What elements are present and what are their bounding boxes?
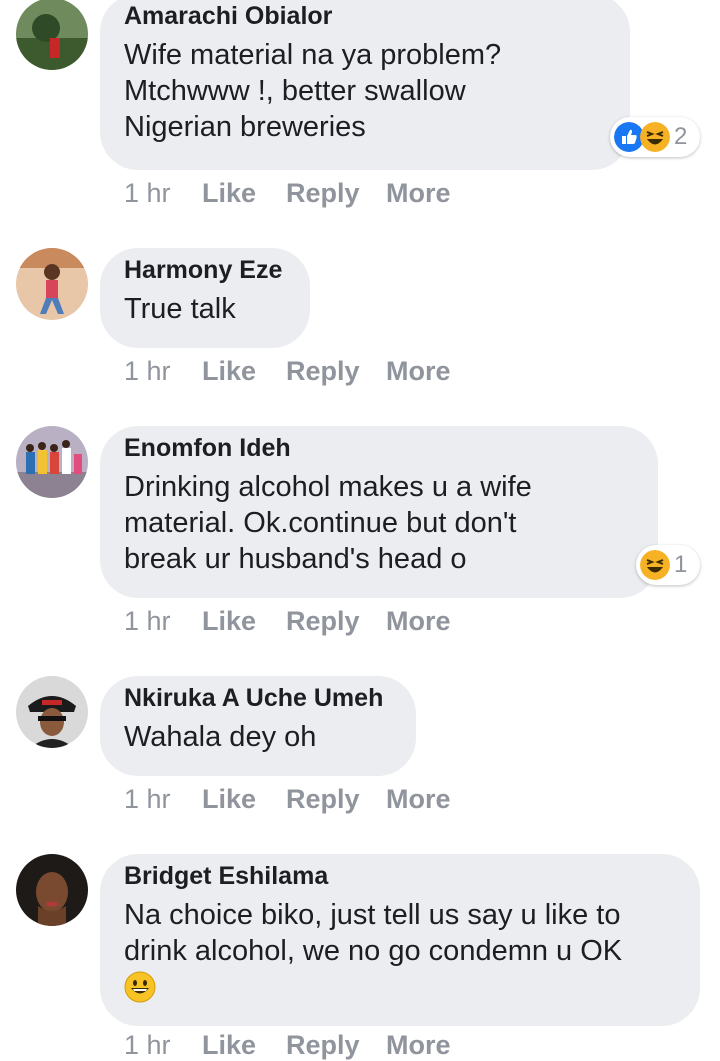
- reply-button[interactable]: Reply: [286, 606, 386, 637]
- comment-author[interactable]: Harmony Eze: [124, 256, 286, 284]
- haha-reaction-icon: [640, 122, 670, 152]
- more-button[interactable]: More: [386, 784, 451, 815]
- comment-actions: 1 hr Like Reply More: [124, 356, 451, 387]
- comment-timestamp[interactable]: 1 hr: [124, 356, 202, 387]
- comment-text: Na choice biko, just tell us say u like …: [124, 899, 623, 967]
- comment-actions: 1 hr Like Reply More: [124, 1030, 451, 1061]
- comment-author[interactable]: Nkiruka A Uche Umeh: [124, 684, 392, 712]
- comment-bubble: Nkiruka A Uche Umeh Wahala dey oh: [100, 676, 416, 776]
- more-button[interactable]: More: [386, 178, 451, 209]
- comment-author[interactable]: Amarachi Obialor: [124, 2, 606, 30]
- comment-bubble: Amarachi Obialor Wife material na ya pro…: [100, 0, 630, 170]
- haha-reaction-icon: [640, 550, 670, 580]
- avatar[interactable]: [16, 676, 88, 748]
- avatar[interactable]: [16, 426, 88, 498]
- comment-timestamp[interactable]: 1 hr: [124, 606, 202, 637]
- like-button[interactable]: Like: [202, 356, 286, 387]
- more-button[interactable]: More: [386, 1030, 451, 1061]
- comment-actions: 1 hr Like Reply More: [124, 178, 451, 209]
- comment-bubble: Bridget Eshilama Na choice biko, just te…: [100, 854, 700, 1026]
- comment-timestamp[interactable]: 1 hr: [124, 178, 202, 209]
- more-button[interactable]: More: [386, 606, 451, 637]
- like-button[interactable]: Like: [202, 606, 286, 637]
- comment-text: True talk: [124, 293, 236, 325]
- like-button[interactable]: Like: [202, 784, 286, 815]
- grinning-face-emoji-icon: [124, 971, 156, 1003]
- avatar[interactable]: [16, 248, 88, 320]
- comment-text: Wahala dey oh: [124, 721, 317, 753]
- reaction-summary[interactable]: 1: [636, 545, 700, 585]
- reply-button[interactable]: Reply: [286, 178, 386, 209]
- comment-bubble: Harmony Eze True talk: [100, 248, 310, 348]
- like-button[interactable]: Like: [202, 178, 286, 209]
- comment-actions: 1 hr Like Reply More: [124, 784, 451, 815]
- reply-button[interactable]: Reply: [286, 1030, 386, 1061]
- comment-bubble: Enomfon Ideh Drinking alcohol makes u a …: [100, 426, 658, 598]
- comment-timestamp[interactable]: 1 hr: [124, 784, 202, 815]
- comment-text: Drinking alcohol makes u a wife material…: [124, 471, 532, 575]
- comment-timestamp[interactable]: 1 hr: [124, 1030, 202, 1061]
- more-button[interactable]: More: [386, 356, 451, 387]
- reply-button[interactable]: Reply: [286, 356, 386, 387]
- like-button[interactable]: Like: [202, 1030, 286, 1061]
- comment-author[interactable]: Bridget Eshilama: [124, 862, 676, 890]
- comment-author[interactable]: Enomfon Ideh: [124, 434, 634, 462]
- reaction-count: 2: [674, 123, 688, 150]
- reply-button[interactable]: Reply: [286, 784, 386, 815]
- avatar[interactable]: [16, 854, 88, 926]
- avatar[interactable]: [16, 0, 88, 70]
- comment-actions: 1 hr Like Reply More: [124, 606, 451, 637]
- reaction-count: 1: [674, 551, 688, 578]
- reaction-summary[interactable]: 2: [610, 117, 700, 157]
- comment-text: Wife material na ya problem? Mtchwww !, …: [124, 39, 502, 143]
